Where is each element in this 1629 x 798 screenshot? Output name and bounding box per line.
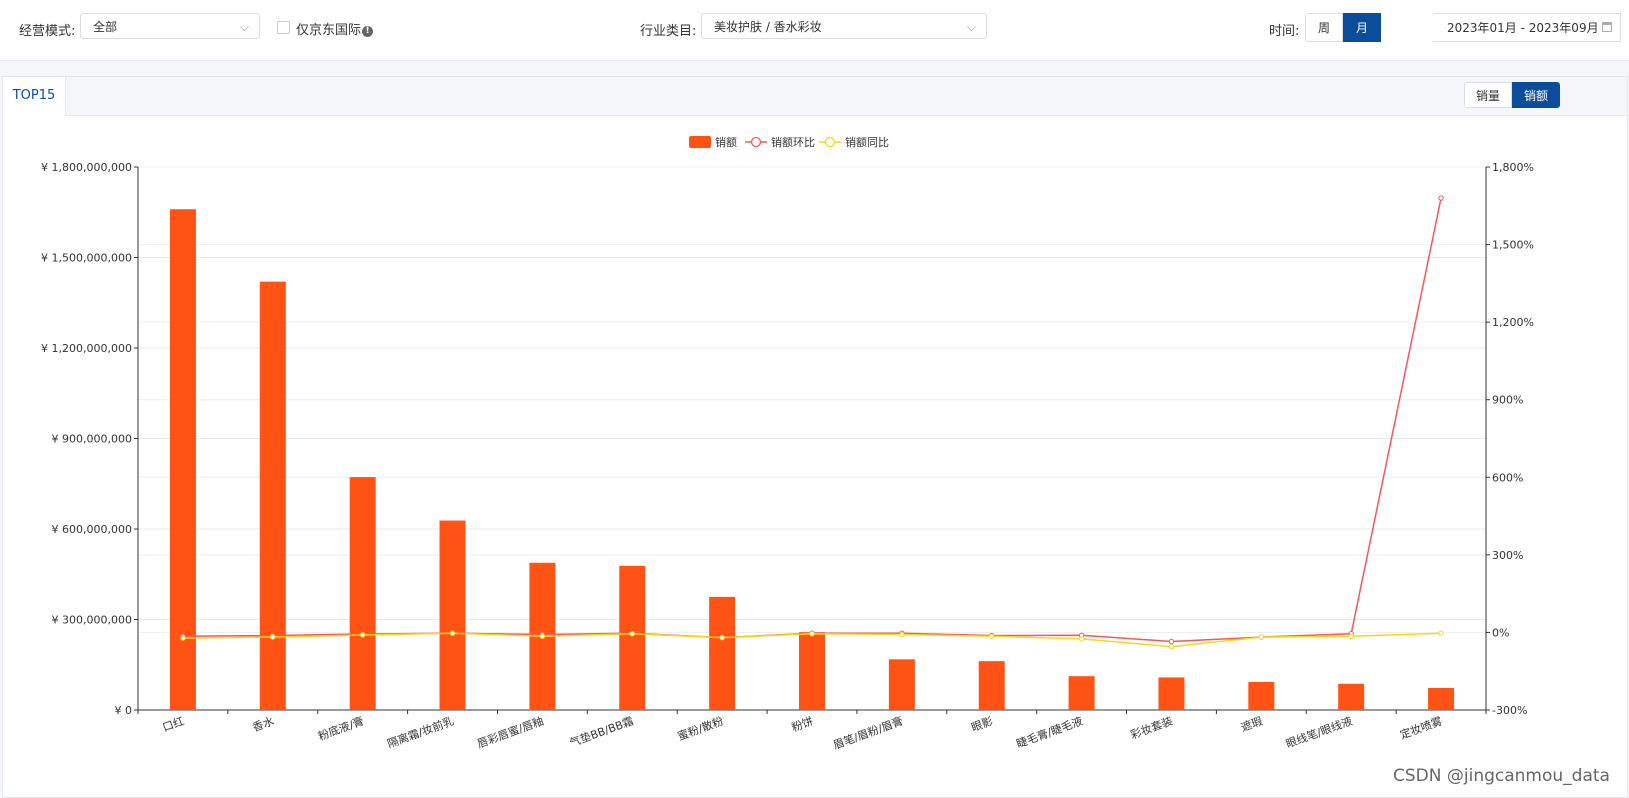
y-right-tick-label: 300% xyxy=(1492,549,1523,562)
line-point xyxy=(899,631,905,638)
x-tick-label: 口红 xyxy=(161,715,186,735)
bar xyxy=(1068,676,1095,710)
bar xyxy=(799,632,825,710)
y-left-tick-label: ¥ 1,500,000,000 xyxy=(41,252,132,265)
x-tick-label: 隔离霜/妆前乳 xyxy=(385,714,455,751)
line-point xyxy=(359,632,366,638)
x-tick-label: 粉底液/膏 xyxy=(316,714,366,743)
x-tick-label: 粉饼 xyxy=(790,714,815,735)
bar xyxy=(888,659,915,710)
legend-swatch-bar xyxy=(689,136,711,148)
line-point xyxy=(539,633,546,640)
y-right-tick-label: 900% xyxy=(1492,394,1523,407)
bar xyxy=(1338,683,1365,710)
y-left-tick-label: ¥ 600,000,000 xyxy=(52,523,132,536)
x-tick-label: 唇彩唇蜜/唇釉 xyxy=(475,714,545,751)
x-tick-label: 眼线笔/眼线液 xyxy=(1284,714,1354,751)
line-point xyxy=(989,633,995,640)
y-right-tick-label: 1,200% xyxy=(1492,316,1534,329)
legend-swatch-marker xyxy=(750,136,762,148)
y-left-tick-label: ¥ 300,000,000 xyxy=(52,614,132,627)
line-point xyxy=(270,634,276,640)
bar xyxy=(439,520,466,710)
watermark: CSDN @jingcanmou_data xyxy=(1393,766,1610,786)
line-point xyxy=(1438,195,1444,201)
y-left-tick-label: ¥ 1,800,000,000 xyxy=(41,161,132,174)
line-point xyxy=(809,631,815,637)
bar xyxy=(1158,677,1185,710)
bar xyxy=(259,281,286,710)
x-tick-label: 眼影 xyxy=(970,715,995,735)
bar xyxy=(1428,687,1455,710)
line-point xyxy=(1168,643,1175,650)
x-tick-label: 眉笔/眉粉/眉膏 xyxy=(831,714,905,752)
line-point xyxy=(1438,630,1444,636)
bar xyxy=(1248,681,1275,710)
line-point xyxy=(1078,636,1085,642)
x-tick-label: 定妆喷雾 xyxy=(1398,714,1444,742)
legend-label: 销额环比 xyxy=(771,135,815,149)
y-right-tick-label: 0% xyxy=(1492,626,1509,639)
bar xyxy=(619,565,646,710)
legend-label: 销额 xyxy=(715,135,737,149)
y-right-tick-label: 600% xyxy=(1492,471,1523,484)
y-left-tick-label: ¥ 900,000,000 xyxy=(52,433,132,446)
y-right-tick-label: 1,800% xyxy=(1492,161,1534,174)
line-point xyxy=(449,630,456,636)
legend-label: 销额同比 xyxy=(845,135,889,149)
x-tick-label: 睫毛膏/睫毛液 xyxy=(1014,714,1084,751)
combo-chart: ¥ 0 ¥ 300,000,000 ¥ 600,000,000 ¥ 900,000,0… xyxy=(41,135,1534,752)
x-tick-label: 彩妆套装 xyxy=(1129,715,1175,742)
line-point xyxy=(629,631,635,637)
bar xyxy=(349,477,376,710)
line-point xyxy=(1258,634,1265,640)
bar xyxy=(709,596,736,710)
y-right-tick-label: -300% xyxy=(1492,704,1527,717)
y-left-tick-label: ¥ 0 xyxy=(115,704,133,717)
line-point xyxy=(180,635,186,641)
x-tick-label: 遮瑕 xyxy=(1239,714,1264,735)
legend-swatch-marker xyxy=(824,136,836,148)
y-left-tick-label: ¥ 1,200,000,000 xyxy=(41,342,132,355)
x-tick-label: 香水 xyxy=(251,715,276,735)
line-point xyxy=(1168,638,1175,645)
line-point xyxy=(719,634,725,641)
line-point xyxy=(1348,633,1354,640)
y-right-tick-label: 1,500% xyxy=(1492,239,1534,252)
bar xyxy=(978,661,1005,710)
x-tick-label: 气垫BB/BB霜 xyxy=(568,714,636,750)
x-tick-label: 蜜粉/散粉 xyxy=(676,714,726,743)
